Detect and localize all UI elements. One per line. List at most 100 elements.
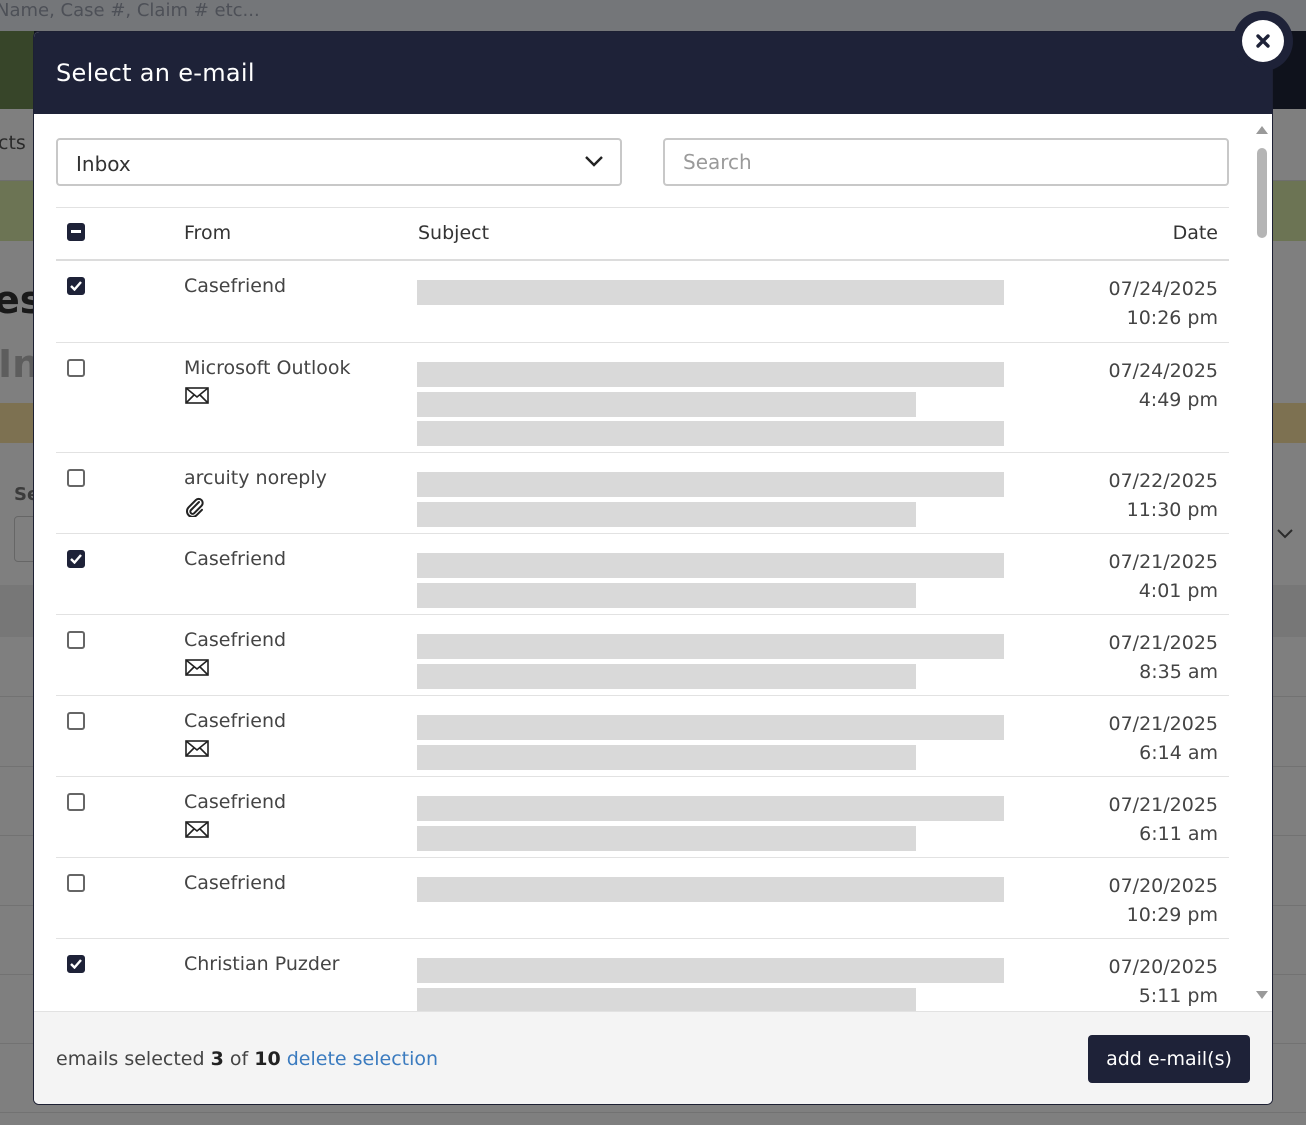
redacted-subject-line	[417, 362, 1004, 387]
redacted-subject-line	[417, 553, 1004, 578]
column-header-subject[interactable]: Subject	[418, 222, 489, 244]
row-date: 07/22/2025 11:30 pm	[1108, 467, 1218, 525]
row-date-time: 6:11 am	[1139, 823, 1218, 845]
row-date-day: 07/22/2025	[1108, 470, 1218, 492]
minus-icon	[71, 230, 81, 233]
row-checkbox[interactable]	[67, 277, 85, 295]
email-row[interactable]: Casefriend 07/21/2025 6:14 am	[56, 696, 1229, 777]
email-row[interactable]: Casefriend 07/21/2025 4:01 pm	[56, 534, 1229, 615]
row-date-time: 8:35 am	[1139, 661, 1218, 683]
redacted-subject-line	[417, 502, 916, 527]
redacted-subject-line	[417, 392, 916, 417]
row-date-day: 07/21/2025	[1108, 794, 1218, 816]
envelope-icon	[185, 387, 209, 408]
email-row[interactable]: Casefriend 07/20/2025 10:29 pm	[56, 858, 1229, 939]
row-date: 07/24/2025 4:49 pm	[1108, 357, 1218, 415]
row-sender: Casefriend	[184, 548, 287, 570]
select-email-modal: Select an e-mail Inbox From Subject Date…	[33, 31, 1273, 1105]
row-checkbox[interactable]	[67, 469, 85, 487]
modal-body: Inbox From Subject Date Casefriend 07/24/…	[34, 114, 1272, 1011]
scroll-down-arrow-icon[interactable]	[1255, 990, 1269, 1000]
email-row[interactable]: Microsoft Outlook 07/24/2025 4:49 pm	[56, 343, 1229, 453]
row-sender: Microsoft Outlook	[184, 357, 351, 379]
add-emails-button[interactable]: add e-mail(s)	[1088, 1035, 1250, 1083]
check-icon	[70, 959, 82, 969]
row-checkbox[interactable]	[67, 550, 85, 568]
row-date-time: 11:30 pm	[1126, 499, 1218, 521]
envelope-icon	[185, 659, 209, 680]
redacted-subject-line	[417, 421, 1004, 446]
modal-footer: emails selected 3 of 10 delete selection…	[34, 1011, 1272, 1104]
redacted-subject-line	[417, 634, 1004, 659]
row-checkbox[interactable]	[67, 359, 85, 377]
column-header-date[interactable]: Date	[1173, 222, 1218, 244]
row-date-day: 07/21/2025	[1108, 632, 1218, 654]
redacted-subject-line	[417, 745, 916, 770]
envelope-icon	[185, 740, 209, 761]
row-date: 07/24/2025 10:26 pm	[1108, 275, 1218, 333]
row-date-time: 10:26 pm	[1126, 307, 1218, 329]
row-checkbox[interactable]	[67, 793, 85, 811]
row-date: 07/21/2025 6:14 am	[1108, 710, 1218, 768]
close-button-inner	[1242, 20, 1284, 62]
row-date: 07/21/2025 6:11 am	[1108, 791, 1218, 849]
scroll-up-arrow-icon[interactable]	[1255, 125, 1269, 135]
row-sender: arcuity noreply	[184, 467, 327, 489]
email-row[interactable]: Casefriend 07/21/2025 6:11 am	[56, 777, 1229, 858]
row-checkbox[interactable]	[67, 712, 85, 730]
row-sender: Casefriend	[184, 629, 287, 651]
email-row[interactable]: Casefriend 07/21/2025 8:35 am	[56, 615, 1229, 696]
selection-prefix: emails selected	[56, 1048, 205, 1070]
redacted-subject-line	[417, 280, 1004, 305]
row-date-time: 4:01 pm	[1138, 580, 1218, 602]
email-row[interactable]: Christian Puzder 07/20/2025 5:11 pm	[56, 939, 1229, 1011]
row-date-day: 07/20/2025	[1108, 875, 1218, 897]
email-row[interactable]: Casefriend 07/24/2025 10:26 pm	[56, 261, 1229, 343]
of-word: of	[229, 1048, 249, 1070]
row-date-time: 6:14 am	[1139, 742, 1218, 764]
selection-summary: emails selected 3 of 10 delete selection	[56, 1048, 438, 1070]
redacted-subject-line	[417, 988, 916, 1011]
close-button[interactable]	[1233, 11, 1293, 71]
redacted-subject-line	[417, 958, 1004, 983]
chevron-down-icon	[585, 156, 603, 167]
row-date-day: 07/24/2025	[1108, 278, 1218, 300]
row-sender: Casefriend	[184, 275, 287, 297]
email-table: From Subject Date Casefriend 07/24/2025 10…	[56, 207, 1229, 1011]
redacted-subject-line	[417, 826, 916, 851]
row-date-day: 07/21/2025	[1108, 713, 1218, 735]
modal-title: Select an e-mail	[56, 59, 255, 87]
row-checkbox[interactable]	[67, 955, 85, 973]
delete-selection-link[interactable]: delete selection	[287, 1048, 438, 1070]
row-checkbox[interactable]	[67, 874, 85, 892]
modal-header: Select an e-mail	[34, 32, 1272, 114]
row-date-time: 5:11 pm	[1138, 985, 1218, 1007]
row-date-time: 10:29 pm	[1126, 904, 1218, 926]
scrollbar-thumb[interactable]	[1257, 148, 1267, 238]
row-sender: Casefriend	[184, 710, 287, 732]
email-list: Casefriend 07/24/2025 10:26 pm Microsoft Ou…	[56, 261, 1229, 1011]
folder-select[interactable]: Inbox	[56, 138, 622, 186]
check-icon	[70, 281, 82, 291]
row-date-day: 07/20/2025	[1108, 956, 1218, 978]
row-date: 07/21/2025 4:01 pm	[1108, 548, 1218, 606]
table-header: From Subject Date	[56, 207, 1229, 261]
search-input[interactable]	[663, 138, 1229, 186]
total-count: 10	[254, 1048, 281, 1070]
email-row[interactable]: arcuity noreply 07/22/2025 11:30 pm	[56, 453, 1229, 534]
envelope-icon	[185, 821, 209, 842]
row-date-time: 4:49 pm	[1138, 389, 1218, 411]
redacted-subject-line	[417, 796, 1004, 821]
row-sender: Christian Puzder	[184, 953, 340, 975]
selected-count: 3	[210, 1048, 224, 1070]
check-icon	[70, 554, 82, 564]
row-date: 07/21/2025 8:35 am	[1108, 629, 1218, 687]
select-all-checkbox[interactable]	[67, 223, 85, 241]
folder-select-value: Inbox	[76, 152, 131, 176]
column-header-from[interactable]: From	[184, 222, 231, 244]
row-checkbox[interactable]	[67, 631, 85, 649]
paperclip-icon	[185, 497, 205, 521]
row-sender: Casefriend	[184, 791, 287, 813]
row-sender: Casefriend	[184, 872, 287, 894]
redacted-subject-line	[417, 877, 1004, 902]
